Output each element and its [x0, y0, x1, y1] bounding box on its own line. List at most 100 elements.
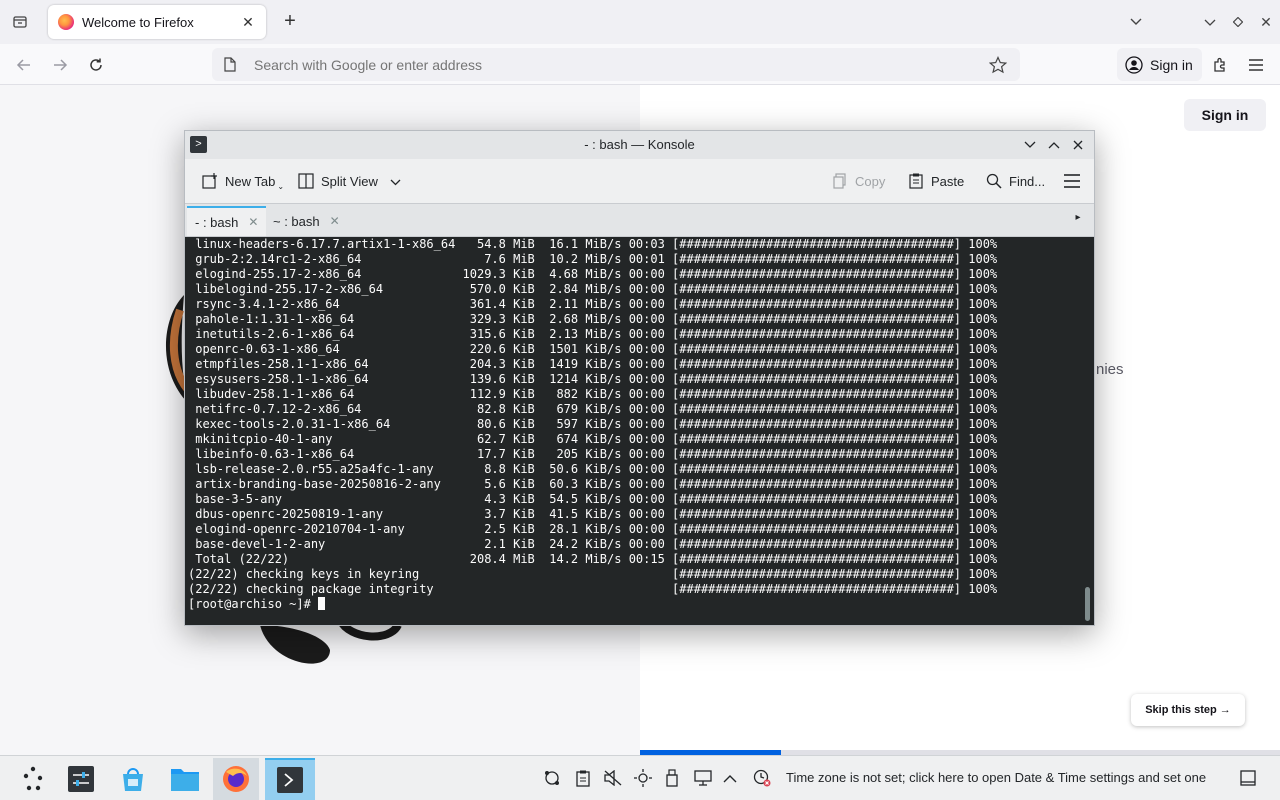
new-tab-dropdown-icon[interactable]: ⌄: [277, 182, 284, 191]
new-tab-button[interactable]: +: [278, 10, 302, 34]
find-button[interactable]: Find...: [985, 167, 1045, 195]
split-view-label: Split View: [321, 173, 378, 189]
terminal-line: pahole-1:1.31-1-x86_64 329.3 KiB 2.68 Mi…: [188, 312, 998, 326]
list-all-tabs-icon[interactable]: [1124, 10, 1148, 34]
tab-close-icon[interactable]: ✕: [330, 214, 340, 228]
display-icon[interactable]: [693, 768, 713, 788]
prompt-text: [root@archiso ~]#: [188, 597, 319, 611]
hamburger-menu-icon[interactable]: [1242, 51, 1270, 79]
address-bar[interactable]: [212, 48, 1020, 81]
terminal-output[interactable]: linux-headers-6.17.7.artix1-1-x86_64 54.…: [185, 237, 1094, 625]
tab-list-pin-icon[interactable]: ▸: [1070, 212, 1086, 228]
minimize-icon[interactable]: [1018, 133, 1042, 157]
address-input[interactable]: [254, 56, 988, 73]
terminal-line: artix-branding-base-20250816-2-any 5.6 K…: [188, 477, 998, 491]
konsole-tab-2[interactable]: ~ : bash ✕: [265, 206, 348, 236]
close-icon[interactable]: [1066, 133, 1090, 157]
brightness-icon[interactable]: [633, 768, 653, 788]
welcome-body-text: nies: [1096, 361, 1124, 378]
firefox-tab-welcome[interactable]: Welcome to Firefox ✕: [48, 5, 266, 39]
konsole-window-controls: [1018, 133, 1090, 157]
close-window-icon[interactable]: ✕: [1252, 10, 1280, 34]
timezone-notification[interactable]: Time zone is not set; click here to open…: [786, 770, 1206, 785]
discover-store-icon[interactable]: [110, 758, 156, 800]
firefox-window-controls: ✕: [1196, 10, 1280, 34]
copy-label: Copy: [855, 173, 886, 189]
back-arrow-icon[interactable]: [10, 51, 38, 79]
paste-button[interactable]: Paste: [907, 167, 964, 195]
account-sign-in-button[interactable]: Sign in: [1117, 48, 1202, 81]
copy-button[interactable]: Copy: [831, 167, 885, 195]
konsole-menu-button[interactable]: [1063, 167, 1087, 195]
terminal-line: elogind-openrc-20210704-1-any 2.5 KiB 28…: [188, 522, 998, 536]
sign-in-label: Sign in: [1150, 56, 1193, 73]
copy-icon: [831, 172, 849, 190]
page-icon: [224, 57, 240, 73]
minimize-icon[interactable]: [1196, 10, 1224, 34]
usb-drive-icon[interactable]: [662, 768, 682, 788]
terminal-prompt[interactable]: [root@archiso ~]#: [188, 597, 997, 612]
konsole-tabbar: - : bash ✕ ~ : bash ✕ ▸: [185, 203, 1094, 237]
account-avatar-icon: [1125, 55, 1143, 74]
taskbar: Time zone is not set; click here to open…: [0, 755, 1280, 800]
tab-title: Welcome to Firefox: [82, 14, 194, 30]
terminal-line: mkinitcpio-40-1-any 62.7 KiB 674 KiB/s 0…: [188, 432, 998, 446]
firefox-navbar: Sign in: [0, 44, 1280, 85]
clock-warning-icon[interactable]: [752, 768, 772, 788]
firefox-view-icon[interactable]: [8, 10, 32, 34]
network-icon[interactable]: [542, 768, 562, 788]
konsole-tab-label: ~ : bash: [273, 213, 320, 229]
terminal-line: lsb-release-2.0.r55.a25a4fc-1-any 8.8 Ki…: [188, 462, 998, 476]
konsole-title: - : bash — Konsole: [584, 137, 695, 152]
show-desktop-icon[interactable]: [1238, 768, 1258, 788]
file-manager-icon[interactable]: [162, 758, 208, 800]
taskbar-firefox[interactable]: [213, 758, 259, 800]
taskbar-konsole[interactable]: [265, 758, 315, 800]
terminal-line: inetutils-2.6-1-x86_64 315.6 KiB 2.13 Mi…: [188, 327, 998, 341]
paste-label: Paste: [931, 173, 965, 189]
forward-arrow-icon[interactable]: [46, 51, 74, 79]
terminal-line: libelogind-255.17-2-x86_64 570.0 KiB 2.8…: [188, 282, 998, 296]
terminal-cursor: [318, 597, 326, 610]
maximize-icon[interactable]: [1042, 133, 1066, 157]
firefox-tabbar: Welcome to Firefox ✕ + ✕: [0, 0, 1280, 44]
find-label: Find...: [1009, 173, 1046, 189]
terminal-line: linux-headers-6.17.7.artix1-1-x86_64 54.…: [188, 237, 998, 251]
split-view-dropdown-icon[interactable]: [390, 174, 401, 189]
firefox-logo-icon: [58, 14, 74, 30]
application-launcher-icon[interactable]: [10, 758, 56, 800]
terminal-line: openrc-0.63-1-x86_64 220.6 KiB 1501 KiB/…: [188, 342, 998, 356]
page-sign-in-button[interactable]: Sign in: [1184, 99, 1266, 131]
terminal-line: kexec-tools-2.0.31-1-x86_64 80.6 KiB 597…: [188, 417, 998, 431]
terminal-line: netifrc-0.7.12-2-x86_64 82.8 KiB 679 KiB…: [188, 402, 998, 416]
hamburger-menu-icon: [1063, 172, 1081, 190]
terminal-line: grub-2:2.14rc1-2-x86_64 7.6 MiB 10.2 MiB…: [188, 252, 998, 266]
terminal-line: esysusers-258.1-1-x86_64 139.6 KiB 1214 …: [188, 372, 998, 386]
new-tab-button[interactable]: New Tab ⌄: [201, 167, 284, 195]
new-tab-icon: [201, 172, 219, 190]
system-settings-icon[interactable]: [58, 758, 104, 800]
konsole-app-icon[interactable]: >: [190, 136, 207, 153]
terminal-scrollbar[interactable]: [1085, 587, 1090, 621]
terminal-line: libudev-258.1-1-x86_64 112.9 KiB 882 KiB…: [188, 387, 998, 401]
tab-close-icon[interactable]: ✕: [240, 14, 256, 31]
bookmark-star-icon[interactable]: [988, 55, 1008, 75]
konsole-window: - : bash — Konsole > New Tab ⌄ Split Vie…: [184, 130, 1095, 626]
konsole-tab-1[interactable]: - : bash ✕: [187, 206, 267, 236]
extensions-puzzle-icon[interactable]: [1206, 51, 1234, 79]
maximize-icon[interactable]: [1224, 10, 1252, 34]
volume-muted-icon[interactable]: [603, 768, 623, 788]
konsole-tab-label: - : bash: [195, 214, 239, 230]
terminal-line: Total (22/22) 208.4 MiB 14.2 MiB/s 00:15…: [188, 552, 998, 566]
terminal-line: dbus-openrc-20250819-1-any 3.7 KiB 41.5 …: [188, 507, 998, 521]
konsole-titlebar[interactable]: - : bash — Konsole >: [185, 131, 1094, 159]
terminal-line: base-3-5-any 4.3 KiB 54.5 KiB/s 00:00 [#…: [188, 492, 998, 506]
clipboard-icon[interactable]: [573, 768, 593, 788]
konsole-icon: [277, 767, 303, 793]
tab-close-icon[interactable]: ✕: [248, 215, 258, 229]
new-tab-label: New Tab: [225, 173, 276, 189]
reload-icon[interactable]: [82, 51, 110, 79]
show-hidden-icons-chevron-icon[interactable]: [720, 768, 740, 788]
skip-step-button[interactable]: Skip this step →: [1131, 694, 1245, 726]
split-view-button[interactable]: Split View: [297, 167, 401, 195]
